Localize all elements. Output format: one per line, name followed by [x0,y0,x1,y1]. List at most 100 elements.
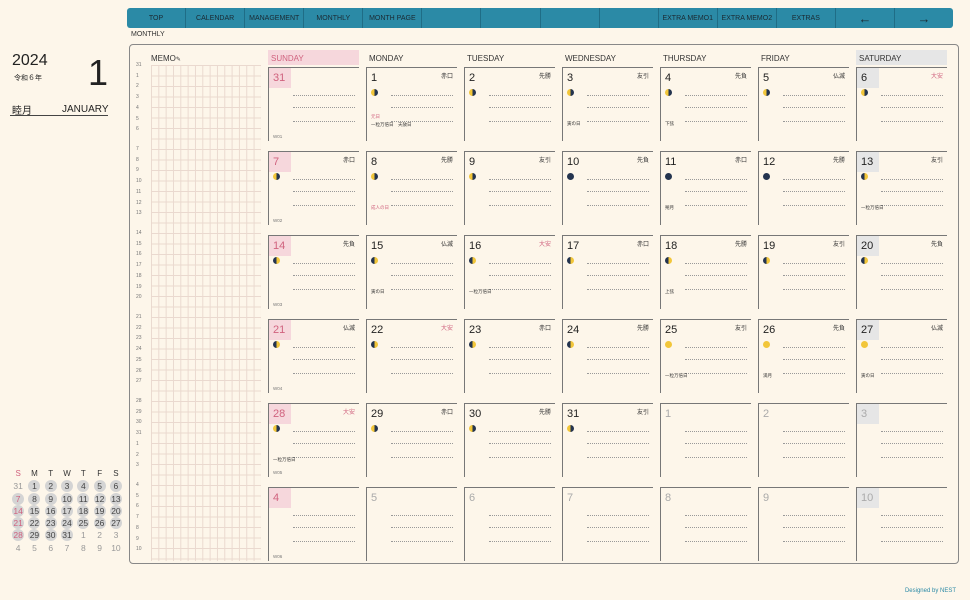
day-cell[interactable]: 22 大安 [366,319,457,393]
nav-item-extras[interactable]: EXTRAS [777,8,836,28]
day-cell[interactable]: 1 [660,403,751,477]
day-cell[interactable]: 15 仏滅 寅の日 [366,235,457,309]
nav-item-top[interactable]: TOP [127,8,187,28]
mini-day[interactable]: 4 [10,542,26,555]
mini-day[interactable]: 1 [28,480,41,492]
day-cell[interactable]: 5 仏滅 [758,67,849,141]
day-cell[interactable]: 4 先負 下弦 [660,67,751,141]
mini-day[interactable]: 5 [26,542,42,555]
mini-day[interactable]: 20 [109,505,122,517]
day-cell[interactable]: 21 仏滅 W04 [268,319,359,393]
mini-day[interactable]: 25 [77,517,90,529]
day-cell[interactable]: 28 大安 一粒万倍日 W05 [268,403,359,477]
nav-item-extra-memo2[interactable]: EXTRA MEMO2 [718,8,777,28]
day-number: 27 [857,320,879,340]
note-line [783,205,845,206]
day-cell[interactable]: 4 W06 [268,487,359,561]
mini-day[interactable]: 26 [93,517,106,529]
mini-day[interactable]: 8 [28,493,41,505]
day-cell[interactable]: 10 [856,487,947,561]
day-cell[interactable]: 16 大安 一粒万倍日 [464,235,555,309]
mini-day[interactable]: 28 [12,529,25,541]
mini-day[interactable]: 7 [59,542,75,555]
day-cell[interactable]: 26 先負 満月 [758,319,849,393]
mini-day[interactable]: 10 [61,493,74,505]
day-cell[interactable]: 18 先勝 上弦 [660,235,751,309]
day-cell[interactable]: 13 友引 一粒万倍日 [856,151,947,225]
mini-day[interactable]: 2 [91,529,107,542]
nav-item-extra-memo1[interactable]: EXTRA MEMO1 [659,8,718,28]
day-cell[interactable]: 17 赤口 [562,235,653,309]
mini-day[interactable]: 3 [61,480,74,492]
nav-item-management[interactable]: MANAGEMENT [245,8,305,28]
mini-day[interactable]: 13 [109,493,122,505]
mini-day[interactable]: 6 [109,480,122,492]
day-cell[interactable]: 3 友引 寅の日 [562,67,653,141]
mini-day[interactable]: 18 [77,505,90,517]
mini-day[interactable]: 15 [28,505,41,517]
day-cell[interactable]: 7 赤口 W02 [268,151,359,225]
nav-item-monthly[interactable]: MONTHLY [304,8,364,28]
day-cell[interactable]: 9 友引 [464,151,555,225]
nav-item-calendar[interactable]: CALENDAR [186,8,246,28]
day-cell[interactable]: 29 赤口 [366,403,457,477]
day-cell[interactable]: 3 [856,403,947,477]
mini-day[interactable]: 9 [44,493,57,505]
day-cell[interactable]: 8 [660,487,751,561]
day-cell[interactable]: 14 先負 W03 [268,235,359,309]
mini-day[interactable]: 31 [10,480,26,493]
day-cell[interactable]: 5 [366,487,457,561]
day-cell[interactable]: 31 友引 [562,403,653,477]
note-line [685,121,747,122]
day-cell[interactable]: 24 先勝 [562,319,653,393]
mini-day[interactable]: 5 [93,480,106,492]
day-cell[interactable]: 9 [758,487,849,561]
memo-grid[interactable] [151,65,261,561]
mini-day[interactable]: 31 [61,529,74,541]
arrow-right-icon[interactable]: → [895,8,953,28]
mini-day[interactable]: 16 [44,505,57,517]
mini-day[interactable]: 6 [43,542,59,555]
mini-day[interactable]: 22 [28,517,41,529]
mini-day[interactable]: 10 [108,542,124,555]
mini-day[interactable]: 23 [44,517,57,529]
mini-day[interactable]: 11 [77,493,90,505]
day-cell[interactable]: 2 先勝 [464,67,555,141]
mini-day[interactable]: 21 [12,517,25,529]
day-cell[interactable]: 20 先負 [856,235,947,309]
mini-day[interactable]: 3 [108,529,124,542]
day-cell[interactable]: 2 [758,403,849,477]
day-cell[interactable]: 30 先勝 [464,403,555,477]
day-cell[interactable]: 31 W01 [268,67,359,141]
mini-day[interactable]: 12 [93,493,106,505]
mini-day[interactable]: 9 [91,542,107,555]
day-cell[interactable]: 23 赤口 [464,319,555,393]
arrow-left-icon[interactable]: ← [836,8,896,28]
day-cell[interactable]: 6 [464,487,555,561]
mini-day[interactable]: 29 [28,529,41,541]
mini-day[interactable]: 27 [109,517,122,529]
mini-day[interactable]: 19 [93,505,106,517]
mini-day[interactable]: 1 [75,529,91,542]
mini-day[interactable]: 14 [12,505,25,517]
mini-day[interactable]: 8 [75,542,91,555]
day-cell[interactable]: 11 赤口 朔月 [660,151,751,225]
day-cell[interactable]: 1 赤口 元日 一粒万倍日 天赦日 [366,67,457,141]
day-cell[interactable]: 12 先勝 [758,151,849,225]
mini-day[interactable]: 17 [61,505,74,517]
day-cell[interactable]: 6 大安 [856,67,947,141]
mini-day[interactable]: 24 [61,517,74,529]
note-line [391,515,453,516]
day-cell[interactable]: 19 友引 [758,235,849,309]
memo-row-number: 6 [136,503,139,510]
mini-day[interactable]: 2 [44,480,57,492]
mini-day[interactable]: 7 [12,493,25,505]
day-cell[interactable]: 25 友引 一粒万倍日 [660,319,751,393]
day-cell[interactable]: 10 先負 [562,151,653,225]
day-cell[interactable]: 8 先勝 成人の日 [366,151,457,225]
mini-day[interactable]: 30 [44,529,57,541]
day-cell[interactable]: 27 仏滅 寅の日 [856,319,947,393]
nav-item-month-page[interactable]: MONTH PAGE [363,8,423,28]
day-cell[interactable]: 7 [562,487,653,561]
mini-day[interactable]: 4 [77,480,90,492]
